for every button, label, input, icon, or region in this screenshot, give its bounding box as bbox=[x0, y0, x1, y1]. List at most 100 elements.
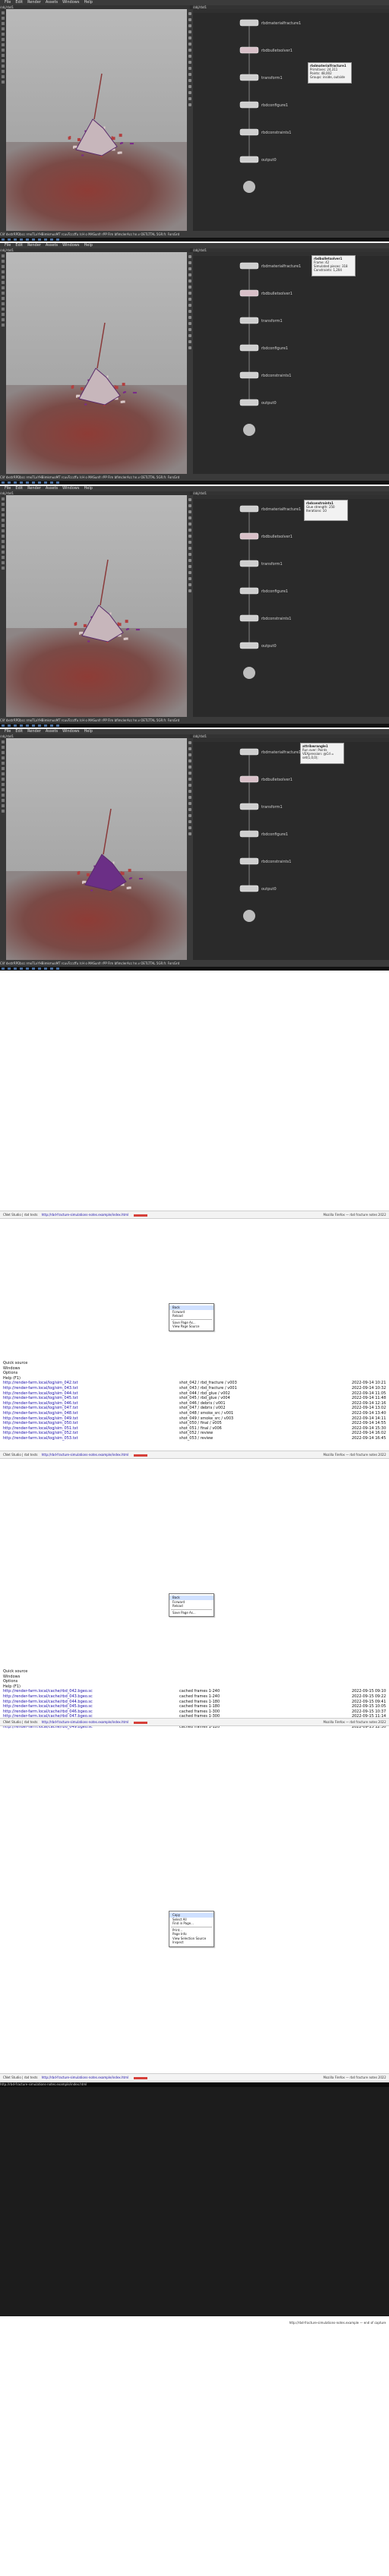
menu-render[interactable]: Render bbox=[27, 729, 41, 734]
tool-icon[interactable] bbox=[2, 313, 5, 316]
tool-icon[interactable] bbox=[2, 54, 5, 57]
menu-assets[interactable]: Assets bbox=[46, 486, 58, 491]
tool-icon[interactable] bbox=[2, 49, 5, 52]
taskbar-app-icon[interactable] bbox=[20, 238, 23, 241]
taskbar-app-icon[interactable] bbox=[44, 481, 47, 484]
tool-icon[interactable] bbox=[2, 762, 5, 765]
menu-file[interactable]: File bbox=[5, 0, 11, 5]
menu-help[interactable]: Help bbox=[84, 729, 92, 734]
taskbar-app-icon[interactable] bbox=[2, 724, 5, 727]
list-item-link[interactable]: http://render-farm.local/log/sim_045.txt bbox=[3, 1396, 170, 1401]
list-item-link[interactable]: http://render-farm.local/log/sim_050.txt bbox=[3, 1421, 170, 1426]
node-graph[interactable]: rbdmaterialfracture1 rbdbulletsolver1 tran… bbox=[193, 252, 389, 474]
network-editor[interactable]: rbdmaterialfracture1 rbdbulletsolver1 tran… bbox=[193, 738, 389, 960]
display-option-icon[interactable] bbox=[188, 36, 191, 39]
tool-icon[interactable] bbox=[2, 799, 5, 802]
tool-icon[interactable] bbox=[2, 767, 5, 770]
taskbar-app-icon[interactable] bbox=[50, 238, 53, 241]
menu-assets[interactable]: Assets bbox=[46, 0, 58, 5]
display-option-icon[interactable] bbox=[188, 814, 191, 817]
display-option-icon[interactable] bbox=[188, 559, 191, 562]
menu-render[interactable]: Render bbox=[27, 486, 41, 491]
list-item-link[interactable]: http://render-farm.local/log/sim_044.txt bbox=[3, 1391, 170, 1397]
display-option-icon[interactable] bbox=[188, 273, 191, 276]
tool-icon[interactable] bbox=[2, 43, 5, 46]
display-option-icon[interactable] bbox=[188, 49, 191, 52]
scene-viewport[interactable] bbox=[6, 9, 187, 231]
tool-icon[interactable] bbox=[2, 281, 5, 284]
display-option-icon[interactable] bbox=[188, 571, 191, 574]
menu-windows[interactable]: Windows bbox=[62, 486, 79, 491]
menu-item[interactable]: Reload bbox=[169, 1314, 213, 1318]
tool-icon[interactable] bbox=[2, 778, 5, 781]
list-item-link[interactable]: http://render-farm.local/log/sim_049.txt bbox=[3, 1416, 170, 1422]
menu-help[interactable]: Help bbox=[84, 0, 92, 5]
scene-viewport[interactable] bbox=[6, 252, 187, 474]
taskbar-app-icon[interactable] bbox=[56, 968, 59, 970]
menu-edit[interactable]: Edit bbox=[15, 243, 23, 248]
tool-icon[interactable] bbox=[2, 65, 5, 68]
taskbar-app-icon[interactable] bbox=[56, 481, 59, 484]
tool-icon[interactable] bbox=[2, 80, 5, 84]
menu-item[interactable]: Save Page As... bbox=[169, 1611, 213, 1615]
display-option-icon[interactable] bbox=[188, 12, 191, 15]
display-option-icon[interactable] bbox=[188, 772, 191, 775]
display-option-icon[interactable] bbox=[188, 255, 191, 258]
tool-icon[interactable] bbox=[2, 567, 5, 570]
display-option-icon[interactable] bbox=[188, 316, 191, 319]
display-option-icon[interactable] bbox=[188, 778, 191, 781]
taskbar-app-icon[interactable] bbox=[32, 481, 35, 484]
tool-icon[interactable] bbox=[2, 556, 5, 559]
tool-icon[interactable] bbox=[2, 740, 5, 743]
display-option-icon[interactable] bbox=[188, 589, 191, 592]
tool-icon[interactable] bbox=[2, 22, 5, 25]
display-option-icon[interactable] bbox=[188, 91, 191, 94]
tool-icon[interactable] bbox=[2, 551, 5, 554]
display-option-icon[interactable] bbox=[188, 73, 191, 76]
display-option-icon[interactable] bbox=[188, 298, 191, 301]
taskbar-app-icon[interactable] bbox=[2, 968, 5, 970]
network-editor[interactable]: rbdmaterialfracture1 rbdbulletsolver1 tran… bbox=[193, 9, 389, 231]
menu-windows[interactable]: Windows bbox=[62, 0, 79, 5]
display-option-icon[interactable] bbox=[188, 522, 191, 526]
display-option-icon[interactable] bbox=[188, 504, 191, 507]
scene-viewport[interactable] bbox=[6, 738, 187, 960]
browser-url-2[interactable]: http://rbd-fracture-simulations-notes.ex… bbox=[42, 1453, 128, 1457]
list-item-link[interactable]: http://render-farm.local/log/sim_048.txt bbox=[3, 1411, 170, 1416]
display-option-icon[interactable] bbox=[188, 279, 191, 283]
display-option-icon[interactable] bbox=[188, 292, 191, 295]
display-option-icon[interactable] bbox=[188, 516, 191, 519]
display-option-icon[interactable] bbox=[188, 18, 191, 21]
taskbar-app-icon[interactable] bbox=[14, 481, 17, 484]
display-option-icon[interactable] bbox=[188, 510, 191, 513]
display-option-icon[interactable] bbox=[188, 97, 191, 100]
display-option-icon[interactable] bbox=[188, 753, 191, 756]
tool-icon[interactable] bbox=[2, 746, 5, 749]
tool-icon[interactable] bbox=[2, 497, 5, 500]
display-option-icon[interactable] bbox=[188, 103, 191, 106]
display-option-icon[interactable] bbox=[188, 346, 191, 349]
tool-icon[interactable] bbox=[2, 783, 5, 786]
display-option-icon[interactable] bbox=[188, 808, 191, 811]
display-option-icon[interactable] bbox=[188, 340, 191, 343]
browser-url[interactable]: http://rbd-fracture-simulations-notes.ex… bbox=[42, 1213, 128, 1217]
display-option-icon[interactable] bbox=[188, 759, 191, 762]
tool-icon[interactable] bbox=[2, 59, 5, 62]
browser-url-3[interactable]: http://rbd-fracture-simulations-notes.ex… bbox=[42, 1720, 128, 1724]
taskbar-app-icon[interactable] bbox=[26, 238, 29, 241]
tool-icon[interactable] bbox=[2, 318, 5, 321]
tool-icon[interactable] bbox=[2, 810, 5, 813]
node-graph[interactable]: rbdmaterialfracture1 rbdbulletsolver1 tran… bbox=[193, 738, 389, 960]
taskbar-app-icon[interactable] bbox=[14, 968, 17, 970]
list-item-link[interactable]: http://render-farm.local/log/sim_047.txt bbox=[3, 1406, 170, 1411]
taskbar-app-icon[interactable] bbox=[44, 724, 47, 727]
tool-icon[interactable] bbox=[2, 503, 5, 506]
display-option-icon[interactable] bbox=[188, 577, 191, 580]
display-option-icon[interactable] bbox=[188, 565, 191, 568]
display-option-icon[interactable] bbox=[188, 79, 191, 82]
taskbar-app-icon[interactable] bbox=[44, 968, 47, 970]
taskbar-app-icon[interactable] bbox=[38, 968, 41, 970]
tool-icon[interactable] bbox=[2, 265, 5, 268]
taskbar-app-icon[interactable] bbox=[20, 481, 23, 484]
list-item-link[interactable]: http://render-farm.local/log/sim_052.txt bbox=[3, 1431, 170, 1436]
